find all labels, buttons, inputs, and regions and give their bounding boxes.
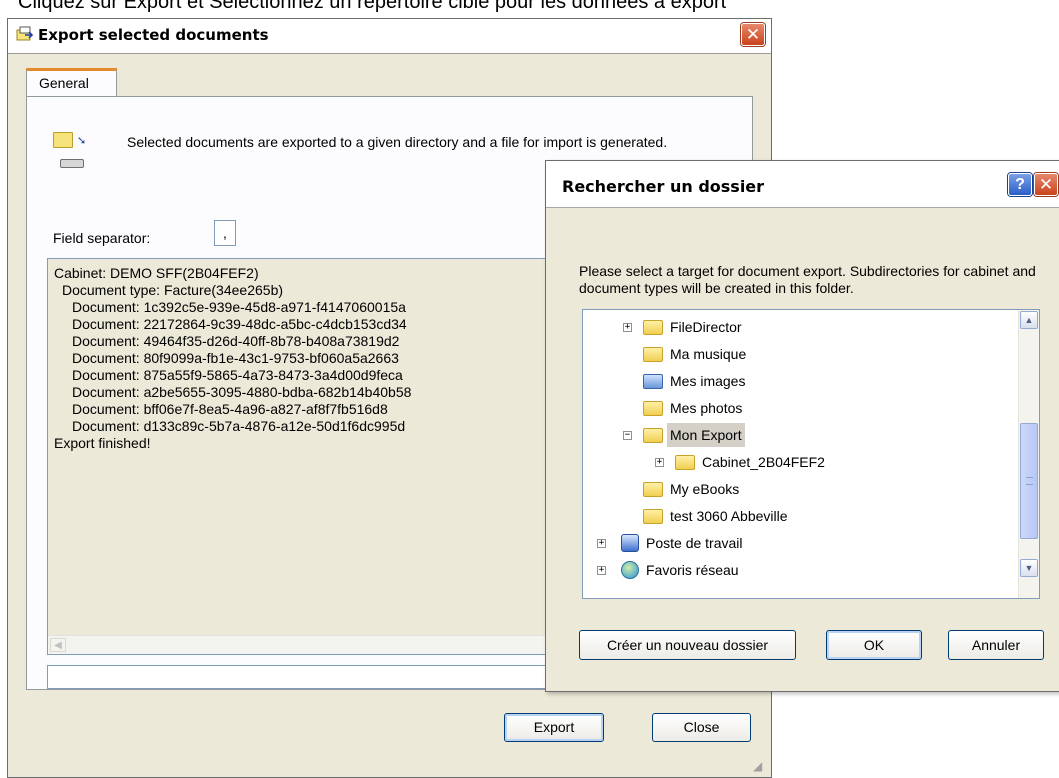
folder-icon — [643, 482, 663, 497]
browse-dialog-close-icon[interactable]: ✕ — [1034, 173, 1058, 196]
ok-button[interactable]: OK — [826, 630, 922, 660]
new-folder-button[interactable]: Créer un nouveau dossier — [579, 630, 796, 660]
export-button[interactable]: Export — [504, 713, 604, 742]
open-folder-icon — [643, 428, 663, 443]
tree-item-label: Ma musique — [670, 346, 747, 362]
folder-tree[interactable]: + FileDirector Ma musique Mes images Mes… — [582, 309, 1040, 599]
expand-icon[interactable]: + — [597, 566, 606, 575]
pictures-folder-icon — [643, 374, 663, 389]
tree-item-label: Mes photos — [670, 400, 743, 416]
log-line: Document: 875a55f9-5865-4a73-8473-3a4d00… — [72, 367, 403, 383]
computer-icon — [621, 534, 639, 552]
log-line: Document: 80f9099a-fb1e-43c1-9753-bf060a… — [72, 350, 399, 366]
field-separator-input[interactable]: , — [214, 220, 236, 246]
folder-icon — [643, 509, 663, 524]
folder-icon — [53, 132, 73, 148]
tree-item-label: test 3060 Abbeville — [670, 508, 788, 524]
log-line: Document: 22172864-9c39-48dc-a5bc-c4dcb1… — [72, 316, 407, 332]
tree-item-label: Cabinet_2B04FEF2 — [702, 454, 825, 470]
tree-item-label: Favoris réseau — [646, 562, 739, 578]
tree-item-label: Mon Export — [667, 423, 745, 447]
folder-icon — [643, 320, 663, 335]
drive-icon — [60, 159, 84, 168]
scroll-thumb[interactable] — [1020, 423, 1038, 539]
browse-dialog-title: Rechercher un dossier — [562, 177, 765, 196]
tree-item-label: Mes images — [670, 373, 746, 389]
browse-folder-dialog: Rechercher un dossier ? ✕ Please select … — [545, 160, 1059, 692]
expand-icon[interactable]: + — [655, 458, 664, 467]
log-line: Document: bff06e7f-8ea5-4a96-a827-af8f7f… — [72, 401, 388, 417]
expand-icon[interactable]: + — [597, 539, 606, 548]
expand-icon[interactable]: + — [623, 323, 632, 332]
browse-description: Please select a target for document expo… — [579, 263, 1036, 296]
browse-dialog-titlebar[interactable]: Rechercher un dossier ? ✕ — [546, 161, 1059, 208]
log-line: Document: 49464f35-d26d-40ff-8b78-b408a7… — [72, 333, 400, 349]
close-button[interactable]: Close — [652, 713, 751, 742]
log-line: Document: a2be5655-3095-4880-bdba-682b14… — [72, 384, 412, 400]
field-separator-label: Field separator: — [53, 230, 151, 246]
scroll-left-icon[interactable]: ◀ — [50, 638, 66, 652]
cancel-button[interactable]: Annuler — [948, 630, 1044, 660]
log-line: Export finished! — [54, 435, 151, 451]
folder-icon — [643, 401, 663, 416]
export-dialog-close-icon[interactable]: ✕ — [741, 23, 765, 46]
scroll-up-icon[interactable]: ▲ — [1020, 311, 1038, 329]
tree-item-label: Poste de travail — [646, 535, 743, 551]
export-dialog-title: Export selected documents — [38, 26, 269, 44]
export-info-text: Selected documents are exported to a giv… — [127, 134, 668, 150]
instruction-caption: Cliquez sur Export et Sélectionnez un ré… — [18, 0, 727, 13]
network-icon — [621, 561, 639, 579]
arrow-icon: ➘ — [77, 135, 87, 147]
tree-item-label: My eBooks — [670, 481, 740, 497]
export-dialog-titlebar[interactable]: Export selected documents ✕ — [8, 19, 771, 54]
scroll-down-icon[interactable]: ▼ — [1020, 559, 1038, 577]
log-line: Document: 1c392c5e-939e-45d8-a971-f41470… — [72, 299, 406, 315]
collapse-icon[interactable]: − — [623, 431, 632, 440]
folder-icon — [675, 455, 695, 470]
tree-item-label: FileDirector — [670, 319, 742, 335]
tab-general[interactable]: General — [26, 68, 117, 97]
log-line: Document: d133c89c-5b7a-4876-a12e-50d1f6… — [72, 418, 406, 434]
tree-vertical-scrollbar[interactable]: ▲ ▼ — [1018, 310, 1039, 598]
export-app-icon — [16, 26, 34, 41]
log-line: Cabinet: DEMO SFF(2B04FEF2) — [54, 265, 259, 281]
log-line: Document type: Facture(34ee265b) — [62, 282, 284, 298]
thumb-grip-icon — [1026, 477, 1033, 485]
help-icon[interactable]: ? — [1008, 173, 1032, 196]
music-folder-icon — [643, 347, 663, 362]
resize-grip-icon[interactable]: ◢ — [753, 759, 767, 773]
